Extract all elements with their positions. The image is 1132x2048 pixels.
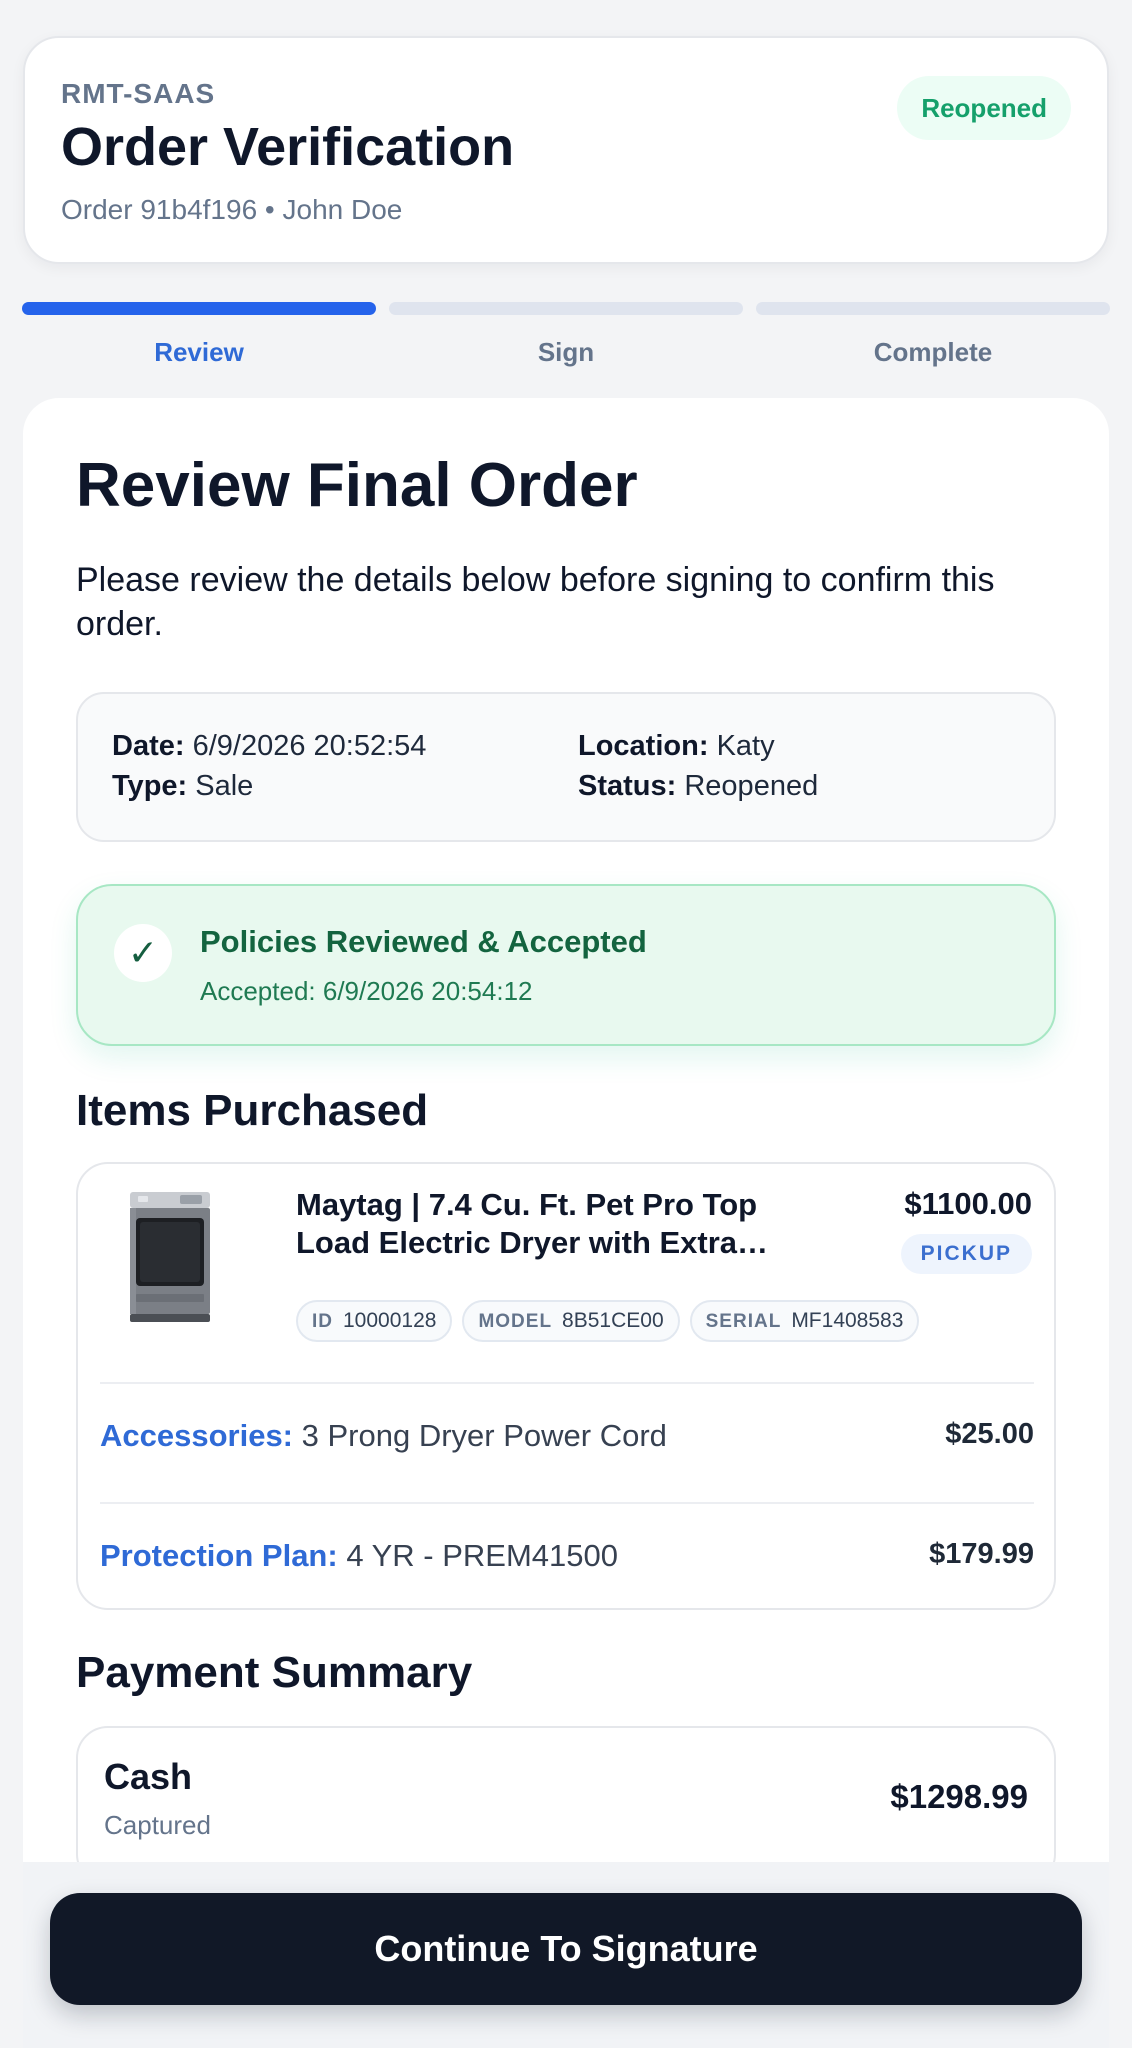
product-model-label: MODEL	[478, 1311, 553, 1332]
policy-title: Policies Reviewed & Accepted	[200, 924, 647, 959]
protection-plan-value: 4 YR - PREM41500	[346, 1538, 619, 1573]
items-divider	[100, 1502, 1034, 1504]
accessories-value: 3 Prong Dryer Power Cord	[301, 1418, 667, 1453]
org-name: RMT-SAAS	[61, 78, 216, 109]
protection-plan-label: Protection Plan:	[100, 1538, 338, 1573]
product-serial-tag: SERIAL MF1408583	[689, 1300, 920, 1342]
detail-status: Status: Reopened	[578, 770, 818, 803]
review-intro: Please review the details below before s…	[76, 561, 995, 643]
order-header-card: RMT-SAAS Order Verification Order 91b4f1…	[23, 36, 1109, 264]
step-label-complete: Complete	[873, 337, 993, 367]
product-tags: ID 10000128 MODEL 8B51CE00 SERIAL MF1408583	[296, 1300, 920, 1342]
product-price: $1100.00	[904, 1186, 1032, 1221]
product-model-tag: MODEL 8B51CE00	[462, 1300, 680, 1342]
step-label-review: Review	[154, 337, 244, 367]
status-badge: Reopened	[897, 76, 1071, 140]
product-id-tag: ID 10000128	[296, 1300, 453, 1342]
payment-status: Captured	[104, 1810, 211, 1840]
detail-date-value: 6/9/2026 20:52:54	[192, 730, 427, 762]
product-id-label: ID	[312, 1311, 333, 1332]
items-divider	[100, 1382, 1034, 1384]
step-bar-sign	[389, 302, 743, 315]
accessories-label: Accessories:	[100, 1418, 294, 1453]
protection-plan-text: Protection Plan: 4 YR - PREM41500	[100, 1538, 618, 1574]
product-serial-label: SERIAL	[705, 1311, 782, 1332]
product-serial-value: MF1408583	[791, 1309, 904, 1332]
detail-location-value: Katy	[716, 730, 775, 762]
policy-accepted-banner: ✓ Policies Reviewed & Accepted Accepted:…	[76, 884, 1056, 1046]
step-review: Review	[22, 302, 376, 372]
order-meta: Order 91b4f196 • John Doe	[61, 194, 403, 225]
progress-steps: Review Sign Complete	[22, 302, 1110, 372]
detail-location-label: Location:	[578, 730, 709, 762]
check-icon: ✓	[114, 924, 172, 982]
payment-title: Payment Summary	[76, 1648, 473, 1697]
payment-amount: $1298.99	[890, 1778, 1028, 1815]
detail-status-label: Status:	[578, 770, 677, 802]
detail-type: Type: Sale	[112, 770, 253, 803]
protection-plan-row: Protection Plan: 4 YR - PREM41500 $179.9…	[100, 1538, 1034, 1578]
accessories-row: Accessories: 3 Prong Dryer Power Cord $2…	[100, 1418, 1034, 1458]
items-list: Maytag | 7.4 Cu. Ft. Pet Pro Top Load El…	[76, 1162, 1056, 1610]
items-title: Items Purchased	[76, 1086, 429, 1135]
detail-type-label: Type:	[112, 770, 188, 802]
accessories-text: Accessories: 3 Prong Dryer Power Cord	[100, 1418, 667, 1454]
product-model-value: 8B51CE00	[562, 1309, 664, 1332]
fulfillment-badge: PICKUP	[900, 1234, 1032, 1274]
review-card[interactable]: Review Final Order Please review the det…	[23, 398, 1109, 2048]
payment-method: Cash	[104, 1756, 193, 1797]
order-details: Date: 6/9/2026 20:52:54 Location: Katy T…	[76, 692, 1056, 842]
continue-to-signature-button[interactable]: Continue To Signature	[50, 1893, 1082, 2005]
product-id-value: 10000128	[343, 1309, 437, 1332]
step-bar-review	[22, 302, 376, 315]
step-complete: Complete	[756, 302, 1110, 372]
step-sign: Sign	[389, 302, 743, 372]
detail-type-value: Sale	[195, 770, 254, 802]
review-title: Review Final Order	[76, 451, 638, 520]
policy-accepted-time: Accepted: 6/9/2026 20:54:12	[200, 976, 533, 1006]
protection-plan-price: $179.99	[929, 1538, 1034, 1570]
step-label-sign: Sign	[537, 337, 595, 367]
product-name: Maytag | 7.4 Cu. Ft. Pet Pro Top Load El…	[296, 1187, 758, 1260]
detail-date-label: Date:	[112, 730, 185, 762]
detail-location: Location: Katy	[578, 730, 775, 763]
page-title: Order Verification	[61, 117, 515, 177]
accessories-price: $25.00	[945, 1418, 1034, 1450]
detail-status-value: Reopened	[684, 770, 819, 802]
dryer-image	[130, 1192, 210, 1322]
detail-date: Date: 6/9/2026 20:52:54	[112, 730, 426, 763]
step-bar-complete	[756, 302, 1110, 315]
